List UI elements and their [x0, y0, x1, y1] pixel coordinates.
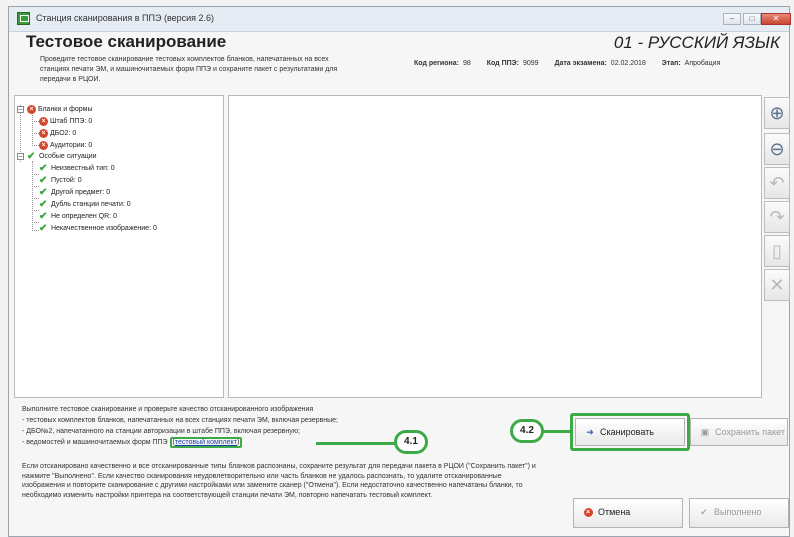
app-icon — [17, 12, 30, 25]
tree-item-label: Некачественное изображение: 0 — [50, 225, 157, 232]
tree-item-label: Штаб ППЭ: 0 — [49, 118, 93, 125]
instruction-line: - ДБО№2, напечатанного на станции автори… — [22, 428, 300, 435]
instruction-line: - тестовых комплектов бланков, напечатан… — [22, 417, 338, 424]
scan-icon: ➜ — [586, 427, 594, 437]
callout-badge-4-1: 4.1 — [394, 430, 428, 454]
page-title: Тестовое сканирование — [26, 32, 227, 51]
tree-item-label: Дубль станции печати: 0 — [50, 201, 131, 208]
tree-item[interactable]: × ДБО2: 0 — [39, 128, 76, 139]
save-package-label: Сохранить пакет — [715, 427, 785, 437]
exam-date-value: 02.02.2018 — [610, 60, 646, 67]
tree-label: Бланки и формы — [37, 106, 93, 113]
check-icon: ✔ — [27, 150, 36, 162]
cancel-icon: × — [582, 499, 594, 525]
tree-item-label: Другой предмет: 0 — [50, 189, 111, 196]
page-icon[interactable]: ▯ — [764, 235, 790, 267]
tree-item-label: Неизвестный тип: 0 — [50, 165, 115, 172]
scan-button-label: Сканировать — [600, 427, 654, 437]
error-icon: × — [27, 104, 36, 114]
maximize-button[interactable]: □ — [743, 13, 761, 25]
done-button-label: Выполнено — [714, 507, 762, 517]
close-button[interactable]: ✕ — [761, 13, 791, 25]
tree-item-label: Аудитории: 0 — [49, 142, 93, 149]
check-icon: ✔ — [39, 174, 48, 186]
image-preview-area[interactable] — [228, 95, 762, 398]
check-icon: ✔ — [39, 186, 48, 198]
callout-connector — [316, 442, 396, 445]
minimize-button[interactable]: – — [723, 13, 741, 25]
tree-label: Особые ситуации — [38, 153, 97, 160]
check-icon: ✔ — [39, 162, 48, 174]
tree-item[interactable]: × Штаб ППЭ: 0 — [39, 116, 92, 127]
error-icon: × — [39, 116, 48, 126]
title-bar: Станция сканирования в ППЭ (версия 2.6) … — [9, 7, 791, 32]
rotate-left-icon[interactable]: ↶ — [764, 167, 790, 199]
collapse-icon[interactable]: – — [17, 106, 24, 113]
check-icon: ✔ — [39, 198, 48, 210]
stage-value: Апробация — [684, 60, 721, 67]
check-icon: ✔ — [39, 210, 48, 222]
tree-item[interactable]: ✔ Пустой: 0 — [39, 175, 82, 186]
test-kit-link[interactable]: тестовый комплект — [175, 439, 237, 446]
tree-item-label: Пустой: 0 — [50, 177, 82, 184]
save-package-button[interactable]: ▣ Сохранить пакет — [690, 418, 788, 446]
zoom-out-icon[interactable]: ⊖ — [764, 133, 790, 165]
instruction-line: Выполните тестовое сканирование и провер… — [22, 406, 314, 413]
done-button[interactable]: ✔ Выполнено — [689, 498, 789, 528]
exam-subject: 01 - РУССКИЙ ЯЗЫК — [613, 33, 780, 52]
zoom-in-icon[interactable]: ⊕ — [764, 97, 790, 129]
tree-item-label: Не определен QR: 0 — [50, 213, 117, 220]
error-icon: × — [39, 140, 48, 150]
page-description: Проведите тестовое сканирование тестовых… — [40, 56, 338, 83]
instruction-note: Если отсканировано качественно и все отс… — [22, 463, 536, 499]
tree-item[interactable]: ✔ Неизвестный тип: 0 — [39, 163, 115, 174]
tree-item[interactable]: ✔ Некачественное изображение: 0 — [39, 223, 157, 234]
check-icon: ✔ — [39, 222, 48, 234]
save-icon: ▣ — [700, 427, 710, 437]
tree-item[interactable]: × Аудитории: 0 — [39, 140, 92, 151]
scan-button[interactable]: ➜ Сканировать — [575, 418, 685, 446]
cancel-button-label: Отмена — [598, 507, 631, 517]
ppe-code-label: Код ППЭ: — [486, 60, 519, 67]
error-icon: × — [39, 128, 48, 138]
test-kit-link-highlight: (тестовый комплект) — [169, 437, 243, 448]
region-code-value: 98 — [462, 60, 471, 67]
callout-badge-4-2: 4.2 — [510, 419, 544, 443]
callout-connector — [543, 430, 571, 433]
tree-item[interactable]: ✔ Дубль станции печати: 0 — [39, 199, 131, 210]
tree-item[interactable]: ✔ Другой предмет: 0 — [39, 187, 110, 198]
cancel-button[interactable]: × Отмена — [573, 498, 683, 528]
window-title: Станция сканирования в ППЭ (версия 2.6) — [36, 13, 215, 23]
tree-item[interactable]: ✔ Не определен QR: 0 — [39, 211, 117, 222]
region-code-label: Код региона: — [414, 60, 459, 67]
exam-date-label: Дата экзамена: — [554, 60, 607, 67]
collapse-icon[interactable]: – — [17, 153, 24, 160]
check-icon: ✔ — [700, 507, 708, 517]
rotate-right-icon[interactable]: ↷ — [764, 201, 790, 233]
stage-label: Этап: — [661, 60, 681, 67]
instruction-text: - ведомостей и машиночитаемых форм ППЭ — [22, 439, 168, 446]
tree-item-label: ДБО2: 0 — [49, 130, 77, 137]
ppe-code-value: 9099 — [522, 60, 539, 67]
status-tree: – × Бланки и формы × Штаб ППЭ: 0 × ДБО2:… — [14, 95, 224, 398]
exam-meta: Код региона: 98 Код ППЭ: 9099 Дата экзамен… — [414, 60, 720, 67]
delete-icon[interactable]: ✕ — [764, 269, 790, 301]
